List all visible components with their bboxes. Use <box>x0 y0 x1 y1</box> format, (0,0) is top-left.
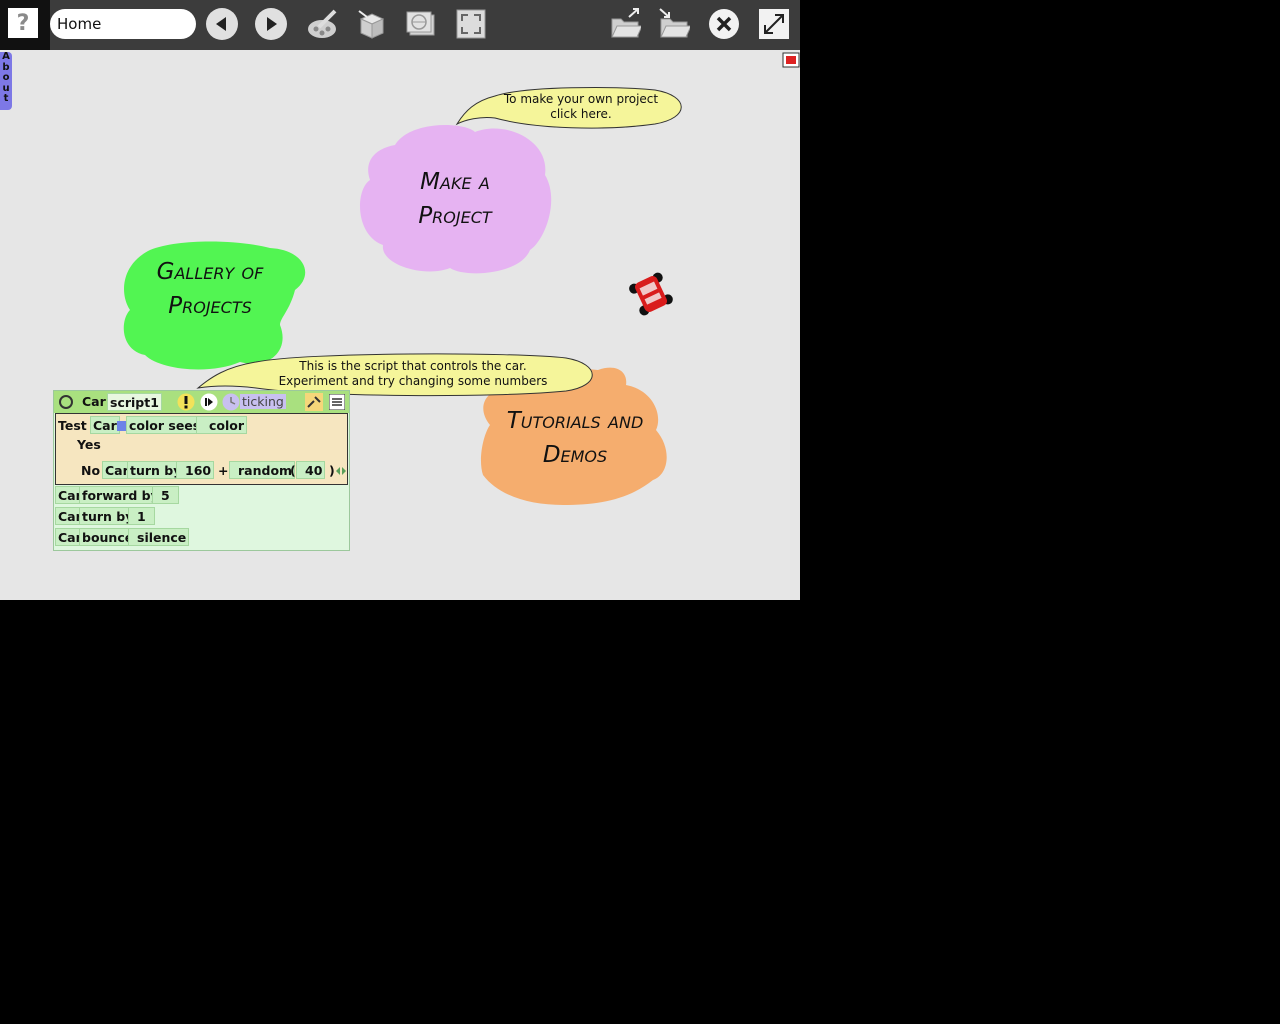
test-block[interactable]: Test Car color sees color Yes No Car tur… <box>55 413 348 485</box>
script-hint-line1: This is the script that controls the car… <box>299 359 527 373</box>
about-letter: o <box>2 72 10 83</box>
forward-arrow-icon <box>256 9 286 39</box>
row3-value-tile[interactable]: silence <box>128 528 190 546</box>
folder-save-icon <box>659 8 690 38</box>
row1-command-tile[interactable]: forward by <box>79 486 162 504</box>
save-project-button[interactable] <box>658 8 690 40</box>
about-letter: t <box>3 93 9 104</box>
connect-button[interactable] <box>405 8 437 40</box>
world-canvas[interactable]: ? Home A b o u t Make a Project Gallery … <box>0 0 800 600</box>
zoom-toggle-button[interactable] <box>758 8 790 40</box>
help-button[interactable]: ? <box>8 8 38 38</box>
object-box-icon <box>358 10 385 39</box>
paintbrush-palette-icon <box>308 9 337 38</box>
project-name-field[interactable]: Home <box>50 9 196 39</box>
exclamation-icon[interactable] <box>177 393 195 411</box>
paren-close: ) <box>329 463 335 478</box>
about-flap-tab[interactable]: About <box>0 51 12 110</box>
script-player-name: Car <box>82 394 106 409</box>
yes-label: Yes <box>77 437 101 452</box>
folder-open-icon <box>611 8 641 38</box>
menu-icon[interactable] <box>329 394 345 410</box>
script-hint-line2: Experiment and try changing some numbers <box>278 374 548 388</box>
clock-status-icon[interactable] <box>222 393 240 411</box>
globe-window-icon <box>406 11 435 36</box>
toolbar: ? Home <box>0 0 800 50</box>
color-value-tile[interactable]: color <box>196 416 248 434</box>
car-thumbnail-icon[interactable] <box>782 52 800 68</box>
previous-page-button[interactable] <box>206 8 238 40</box>
close-icon <box>709 9 739 39</box>
quit-button[interactable] <box>708 8 740 40</box>
row2-value-tile[interactable]: 1 <box>128 507 155 525</box>
plus-operator[interactable]: + <box>218 463 228 478</box>
row1-value-tile[interactable]: 5 <box>152 486 179 504</box>
make-project-hint-line1: To make your own project <box>503 92 659 106</box>
fullscreen-toggle-button[interactable] <box>455 8 487 40</box>
collapse-circle-icon[interactable] <box>58 394 74 410</box>
expand-arrows-small-icon[interactable] <box>336 466 346 476</box>
script-tools-icon[interactable] <box>305 393 323 411</box>
paint-button[interactable] <box>305 8 337 40</box>
color-sees-tile[interactable]: color sees <box>126 416 204 434</box>
gallery-label[interactable]: Gallery of Projects <box>135 255 285 323</box>
script-name-field[interactable]: script1 <box>107 393 162 411</box>
make-project-hint-text: To make your own project click here. <box>490 92 672 122</box>
back-arrow-icon <box>207 9 237 39</box>
script-hint-text: This is the script that controls the car… <box>250 359 576 389</box>
make-project-label[interactable]: Make a Project <box>385 165 525 233</box>
no-label: No <box>81 463 101 478</box>
script-status-ticking[interactable]: ticking <box>240 394 286 409</box>
car-sprite[interactable] <box>626 270 676 318</box>
test-player-tile[interactable]: Car <box>90 416 120 434</box>
supplies-button[interactable] <box>355 8 387 40</box>
random-value-tile[interactable]: 40 <box>296 461 326 479</box>
random-tile[interactable]: random <box>229 461 296 479</box>
fullscreen-corners-icon <box>456 9 486 39</box>
tutorials-label[interactable]: Tutorials and Demos <box>495 404 655 472</box>
expand-arrows-icon <box>759 9 789 39</box>
test-label: Test <box>58 418 87 433</box>
next-page-button[interactable] <box>255 8 287 40</box>
turn-value-tile[interactable]: 160 <box>176 461 215 479</box>
paren-open: ( <box>290 463 296 478</box>
step-icon[interactable] <box>200 393 218 411</box>
script-header: Car script1 ticking <box>54 391 349 413</box>
about-letter: A <box>2 51 10 62</box>
help-area: ? <box>0 0 50 50</box>
script-editor[interactable]: Car script1 ticking Test Car color sees … <box>53 390 350 551</box>
open-project-button[interactable] <box>609 8 641 40</box>
make-project-hint-line2: click here. <box>550 107 612 121</box>
